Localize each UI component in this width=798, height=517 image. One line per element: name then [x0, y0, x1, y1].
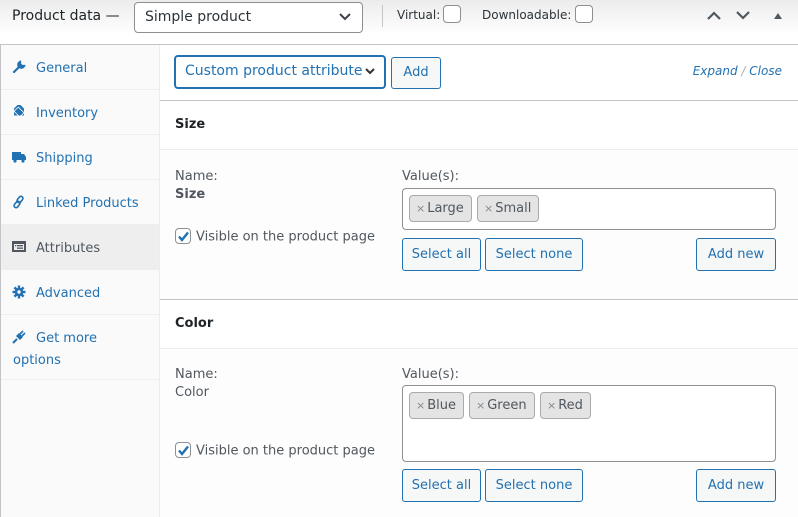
tab-label: Advanced [36, 286, 101, 301]
truck-icon [12, 152, 26, 163]
visible-checkbox-row[interactable]: Visible on the product page [175, 228, 375, 245]
value-chip-label: Green [487, 398, 527, 413]
values-label: Value(s): [402, 367, 459, 382]
product-data-title: Product data — [12, 8, 120, 24]
tab-shipping[interactable]: Shipping [1, 135, 159, 180]
product-data-tabs: General Inventory Shipping Linked Produc… [0, 45, 160, 517]
move-down-icon[interactable] [734, 8, 752, 22]
virtual-label: Virtual: [397, 8, 441, 22]
downloadable-label: Downloadable: [482, 8, 572, 22]
remove-value-icon[interactable]: × [484, 202, 493, 215]
select-none-button[interactable]: Select none [485, 469, 583, 502]
tab-label: Shipping [36, 151, 93, 166]
tab-label: General [36, 61, 88, 76]
value-chip[interactable]: × Small [477, 195, 540, 222]
value-chip[interactable]: × Large [409, 195, 472, 222]
virtual-checkbox[interactable] [443, 5, 461, 23]
select-all-button[interactable]: Select all [402, 238, 481, 271]
attribute-name: Size [175, 187, 206, 202]
checkmark-icon [178, 231, 189, 242]
chevron-down-icon [365, 68, 375, 75]
product-type-select[interactable]: Simple product [134, 2, 363, 33]
close-link[interactable]: Close [749, 64, 782, 78]
attributes-panel: Custom product attribute Add Expand / Cl… [160, 45, 798, 517]
value-chip[interactable]: × Blue [409, 392, 464, 419]
values-input[interactable]: × Large × Small [402, 188, 776, 230]
values-input[interactable]: × Blue × Green × Red [402, 385, 776, 462]
visible-checkbox[interactable] [175, 442, 191, 458]
value-chip-label: Small [495, 201, 532, 216]
tag-icon [13, 105, 25, 118]
add-new-value-button[interactable]: Add new [696, 238, 776, 271]
collapse-toggle-icon[interactable] [769, 8, 787, 22]
visible-checkbox-row[interactable]: Visible on the product page [175, 442, 375, 459]
value-chip-label: Large [427, 201, 464, 216]
link-icon [13, 195, 24, 209]
header-divider [382, 5, 383, 27]
attribute-title[interactable]: Color [160, 300, 798, 349]
attribute-body: Name: Size Visible on the product page V… [160, 150, 798, 299]
attribute-name: Color [175, 385, 209, 400]
attribute-body: Name: Color Visible on the product page … [160, 349, 798, 517]
expand-close-links: Expand / Close [693, 64, 782, 78]
tab-get-more-options[interactable]: Get more options [1, 315, 159, 380]
value-chip-label: Blue [427, 398, 456, 413]
tab-general[interactable]: General [1, 45, 159, 90]
move-up-icon[interactable] [705, 8, 723, 22]
remove-value-icon[interactable]: × [416, 399, 425, 412]
list-card-icon [12, 241, 26, 252]
values-label: Value(s): [402, 169, 459, 184]
link-separator: / [741, 64, 746, 78]
visible-label: Visible on the product page [196, 443, 375, 459]
value-chip[interactable]: × Green [469, 392, 535, 419]
tab-label: Linked Products [36, 196, 139, 211]
attribute-type-value: Custom product attribute [185, 63, 363, 79]
attribute-row: Size Name: Size Visible on the product p… [160, 101, 798, 300]
visible-label: Visible on the product page [196, 229, 375, 245]
remove-value-icon[interactable]: × [476, 399, 485, 412]
attribute-title[interactable]: Size [160, 101, 798, 150]
add-new-value-button[interactable]: Add new [696, 469, 776, 502]
tab-attributes[interactable]: Attributes [1, 225, 159, 270]
remove-value-icon[interactable]: × [547, 399, 556, 412]
value-chip-label: Red [558, 398, 583, 413]
tab-inventory[interactable]: Inventory [1, 90, 159, 135]
product-type-value: Simple product [145, 9, 252, 25]
select-all-button[interactable]: Select all [402, 469, 481, 502]
attribute-row: Color Name: Color Visible on the product… [160, 300, 798, 517]
attribute-type-select[interactable]: Custom product attribute [174, 55, 386, 89]
attributes-toolbar: Custom product attribute Add Expand / Cl… [160, 45, 798, 101]
tab-label: Inventory [36, 106, 99, 121]
value-chip[interactable]: × Red [540, 392, 591, 419]
tab-advanced[interactable]: Advanced [1, 270, 159, 315]
name-label: Name: [175, 367, 218, 382]
visible-checkbox[interactable] [175, 228, 191, 244]
gear-icon [12, 285, 26, 299]
checkmark-icon [178, 445, 189, 456]
add-attribute-button[interactable]: Add [391, 57, 441, 89]
tab-label: Attributes [36, 241, 101, 256]
downloadable-checkbox[interactable] [575, 5, 593, 23]
expand-link[interactable]: Expand [693, 64, 738, 78]
name-label: Name: [175, 169, 218, 184]
product-data-header: Product data — Simple product Virtual: D… [0, 0, 798, 45]
select-none-button[interactable]: Select none [485, 238, 583, 271]
tab-linked-products[interactable]: Linked Products [1, 180, 159, 225]
chevron-down-icon [339, 13, 351, 21]
wrench-icon [12, 60, 26, 74]
plug-icon [12, 330, 26, 344]
remove-value-icon[interactable]: × [416, 202, 425, 215]
